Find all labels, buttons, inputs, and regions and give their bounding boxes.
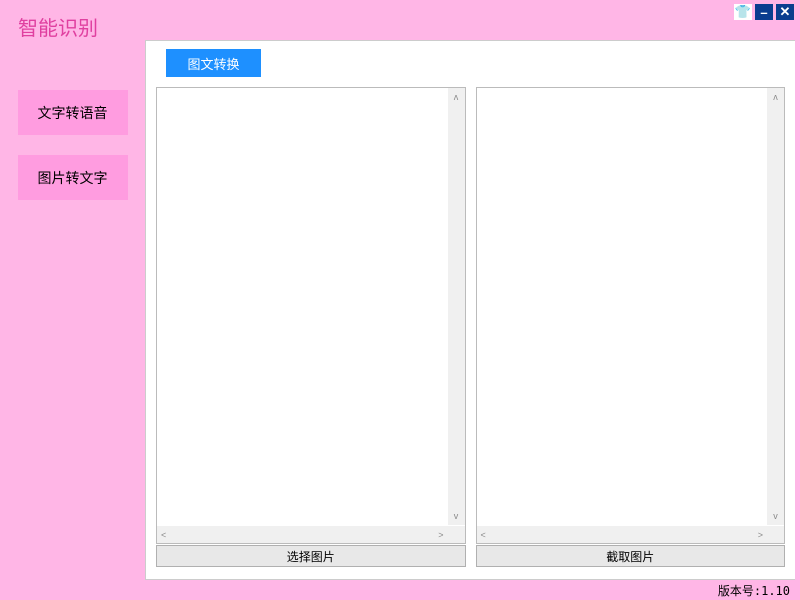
left-scrollbar-vertical[interactable]: ʌ v [448,88,465,525]
titlebar: 👕 – ✕ [0,0,800,24]
sidebar-item-tts[interactable]: 文字转语音 [18,90,128,135]
caret-down-icon: v [773,511,778,521]
tab-image-text[interactable]: 图文转换 [166,49,261,77]
version-label: 版本号:1.10 [718,582,790,599]
button-label: 截取图片 [606,548,654,565]
app-title: 智能识别 [18,12,98,41]
left-scrollbar-horizontal[interactable]: < > [157,526,448,543]
sidebar-item-label: 图片转文字 [38,168,108,188]
right-panel: ʌ v < > 截取图片 [476,87,786,567]
skin-button[interactable]: 👕 [734,4,752,20]
button-label: 选择图片 [287,548,335,565]
minimize-icon: – [760,5,767,20]
tshirt-icon: 👕 [735,4,751,20]
right-scroll-corner [767,526,784,543]
panels-row: ʌ v < > 选择图片 ʌ v < > [156,87,785,567]
caret-right-icon: > [438,530,443,540]
close-icon: ✕ [780,4,791,20]
main-panel: 图文转换 ʌ v < > 选择图片 ʌ v [145,40,795,580]
sidebar-item-label: 文字转语音 [38,103,108,123]
sidebar: 文字转语音 图片转文字 [0,40,145,580]
right-textbox[interactable]: ʌ v < > [476,87,786,544]
caret-up-icon: ʌ [454,92,459,102]
left-panel: ʌ v < > 选择图片 [156,87,466,567]
caret-right-icon: > [758,530,763,540]
capture-image-button[interactable]: 截取图片 [476,545,786,567]
caret-left-icon: < [161,530,166,540]
caret-up-icon: ʌ [773,92,778,102]
minimize-button[interactable]: – [755,4,773,20]
tab-label: 图文转换 [187,54,239,73]
right-scrollbar-horizontal[interactable]: < > [477,526,768,543]
left-textbox[interactable]: ʌ v < > [156,87,466,544]
left-scroll-corner [448,526,465,543]
right-scrollbar-vertical[interactable]: ʌ v [767,88,784,525]
close-button[interactable]: ✕ [776,4,794,20]
sidebar-item-ocr[interactable]: 图片转文字 [18,155,128,200]
status-bar: 版本号:1.10 [0,580,800,600]
choose-image-button[interactable]: 选择图片 [156,545,466,567]
caret-down-icon: v [454,511,459,521]
caret-left-icon: < [481,530,486,540]
